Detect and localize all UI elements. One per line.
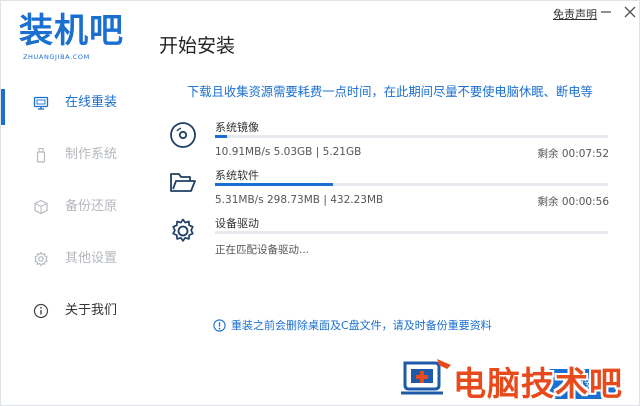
sidebar-item-other-settings[interactable]: 其他设置 (1, 239, 151, 279)
sidebar-item-backup-restore[interactable]: 备份还原 (1, 187, 151, 227)
progress-fill (215, 135, 227, 138)
backup-cube-icon (33, 199, 49, 215)
app-logo: 装机吧 ZHUANGJIBA.COM (19, 11, 134, 65)
window-controls (599, 5, 637, 19)
task-detail: 5.31MB/s 298.73MB | 432.23MB (215, 194, 384, 206)
sidebar-item-online-reinstall[interactable]: 在线重装 (1, 83, 151, 125)
sidebar-item-label: 备份还原 (65, 199, 118, 214)
progress-bar (215, 231, 608, 234)
monitor-icon (33, 95, 49, 111)
sidebar-item-about-us[interactable]: 关于我们 (1, 291, 151, 331)
warning-info-icon (213, 318, 226, 332)
installer-window: 装机吧 ZHUANGJIBA.COM 开始安装 免责声明 在线重装 制作系统 备… (0, 0, 640, 406)
active-indicator (1, 89, 5, 125)
folder-icon (169, 169, 197, 197)
disclaimer-link[interactable]: 免责声明 (553, 6, 597, 22)
task-detail: 10.91MB/s 5.03GB | 5.21GB (215, 146, 362, 158)
task-name: 设备驱动 (215, 217, 259, 230)
sidebar-item-label: 在线重装 (65, 95, 118, 110)
task-name: 系统软件 (215, 169, 259, 182)
progress-bar (215, 183, 608, 186)
task-system-software: 系统软件 5.31MB/s 298.73MB | 432.23MB 剩余 00:… (167, 167, 612, 219)
task-remaining: 剩余 00:07:52 (537, 148, 610, 160)
sidebar-item-label: 制作系统 (65, 147, 118, 162)
warning-text: 重装之前会删除桌面及C盘文件，请及时备份重要资料 (231, 319, 492, 332)
task-remaining: 剩余 00:00:56 (537, 196, 610, 208)
download-notice: 下载且收集资源需要耗费一点时间，在此期间尽量不要使电脑休眠、断电等 (187, 85, 593, 99)
usb-drive-icon (33, 147, 49, 163)
minimize-icon[interactable] (599, 5, 613, 19)
disc-icon (169, 121, 197, 149)
task-device-drivers: 设备驱动 正在匹配设备驱动... (167, 215, 612, 267)
gear-icon (33, 251, 49, 267)
sidebar-item-label: 其他设置 (65, 251, 118, 266)
gear-icon (169, 217, 197, 245)
logo-domain: ZHUANGJIBA.COM (23, 53, 90, 61)
task-detail: 正在匹配设备驱动... (215, 244, 310, 256)
sidebar-item-label: 关于我们 (65, 303, 118, 318)
backup-warning: 重装之前会删除桌面及C盘文件，请及时备份重要资料 (213, 317, 492, 333)
watermark-text: 电脑技术吧 (453, 364, 623, 403)
page-title: 开始安装 (159, 35, 236, 57)
progress-bar (215, 135, 608, 138)
task-system-image: 系统镜像 10.91MB/s 5.03GB | 5.21GB 剩余 00:07:… (167, 119, 612, 171)
sidebar: 在线重装 制作系统 备份还原 其他设置 关于我们 (1, 77, 151, 405)
sidebar-item-make-system[interactable]: 制作系统 (1, 135, 151, 175)
logo-text: 装机吧 (19, 11, 124, 51)
info-icon (33, 303, 49, 319)
close-icon[interactable] (623, 5, 637, 19)
task-name: 系统镜像 (215, 121, 259, 134)
progress-fill (215, 183, 333, 186)
watermark: 电脑技术吧 (399, 351, 639, 405)
computer-repair-icon (399, 355, 453, 399)
